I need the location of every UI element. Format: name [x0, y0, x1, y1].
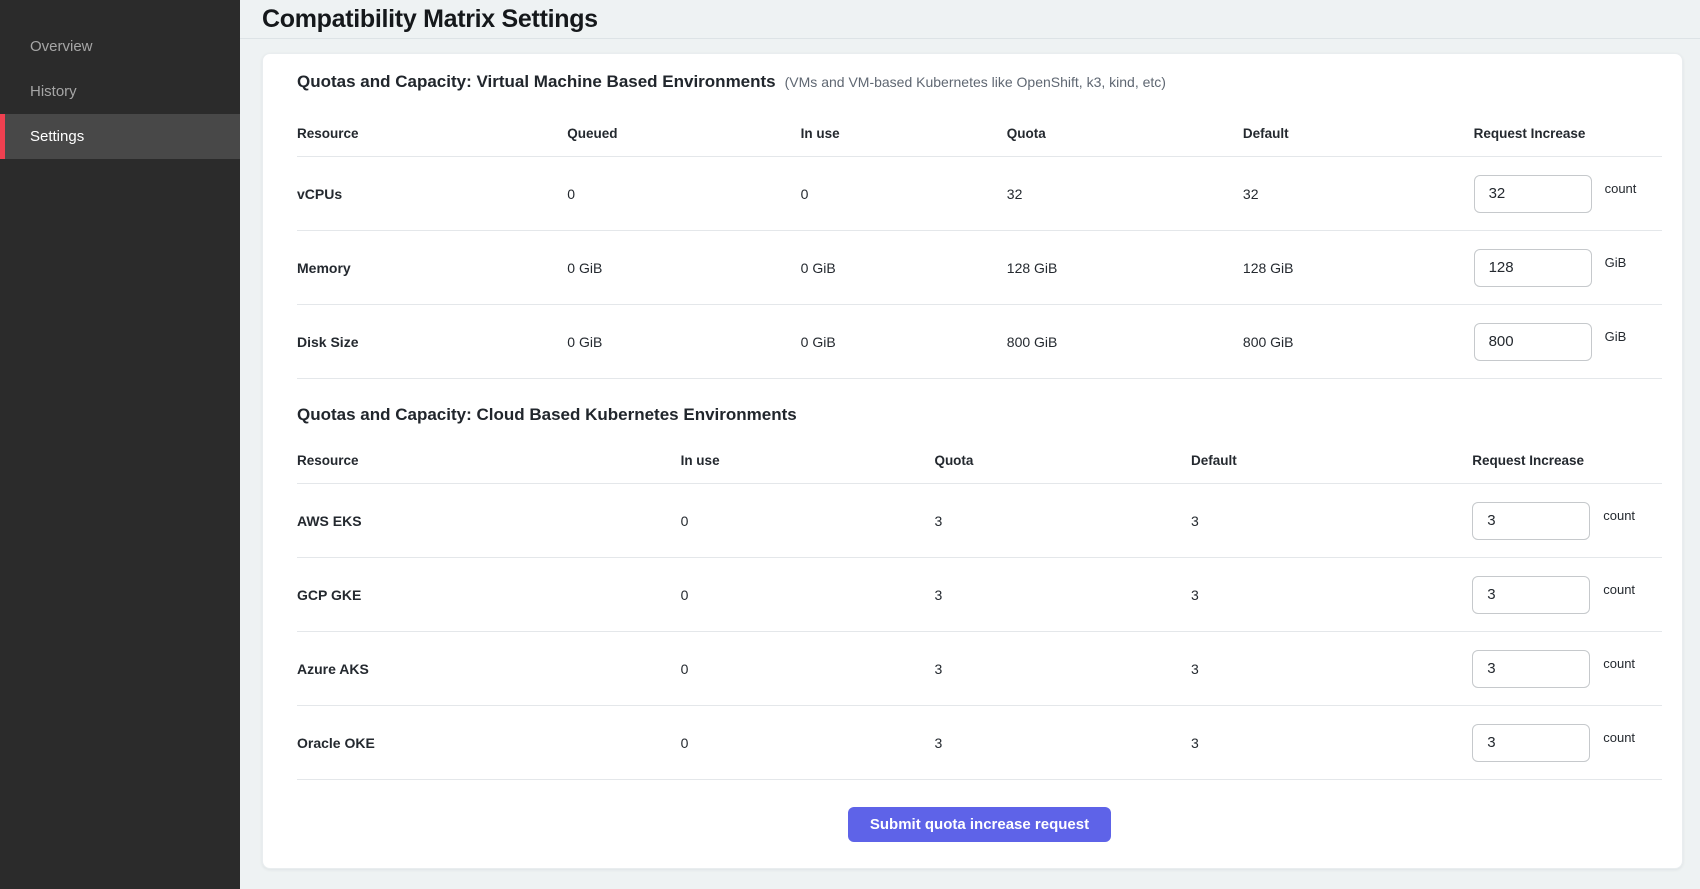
cell-queued: 0 — [567, 157, 800, 231]
unit-label: count — [1603, 582, 1635, 597]
cell-quota: 3 — [934, 706, 1191, 780]
cell-quota: 32 — [1007, 157, 1243, 231]
column-header-resource: Resource — [297, 116, 567, 157]
sidebar-item-settings[interactable]: Settings — [0, 114, 240, 159]
cloud-section-header: Quotas and Capacity: Cloud Based Kuberne… — [297, 405, 1662, 425]
cell-request-increase: count — [1472, 706, 1662, 780]
cell-queued: 0 GiB — [567, 231, 800, 305]
column-header-request-increase: Request Increase — [1472, 443, 1662, 484]
sidebar-item-label: Overview — [30, 38, 93, 55]
cell-resource: vCPUs — [297, 157, 567, 231]
submit-quota-increase-button[interactable]: Submit quota increase request — [848, 807, 1111, 842]
cell-in-use: 0 — [681, 706, 935, 780]
column-header-resource: Resource — [297, 443, 681, 484]
column-header-queued: Queued — [567, 116, 800, 157]
cell-in-use: 0 — [681, 632, 935, 706]
unit-label: count — [1605, 181, 1637, 196]
cell-in-use: 0 GiB — [801, 231, 1007, 305]
column-header-quota: Quota — [1007, 116, 1243, 157]
unit-label: count — [1603, 508, 1635, 523]
request-increase-input[interactable] — [1474, 175, 1592, 213]
cell-resource: AWS EKS — [297, 484, 681, 558]
page-header: Compatibility Matrix Settings — [240, 0, 1700, 39]
unit-label: GiB — [1605, 255, 1627, 270]
active-marker — [0, 114, 5, 159]
cell-resource: Oracle OKE — [297, 706, 681, 780]
cell-queued: 0 GiB — [567, 305, 800, 379]
vm-quota-table: Resource Queued In use Quota Default Req… — [297, 116, 1662, 379]
cell-resource: Azure AKS — [297, 632, 681, 706]
column-header-default: Default — [1191, 443, 1472, 484]
table-row: Disk Size 0 GiB 0 GiB 800 GiB 800 GiB Gi… — [297, 305, 1662, 379]
page-title: Compatibility Matrix Settings — [262, 5, 598, 34]
unit-label: count — [1603, 656, 1635, 671]
vm-section-title: Quotas and Capacity: Virtual Machine Bas… — [297, 72, 776, 92]
cell-resource: Disk Size — [297, 305, 567, 379]
cell-default: 3 — [1191, 484, 1472, 558]
table-row: Azure AKS 0 3 3 count — [297, 632, 1662, 706]
request-increase-input[interactable] — [1472, 650, 1590, 688]
cell-quota: 3 — [934, 558, 1191, 632]
cell-in-use: 0 GiB — [801, 305, 1007, 379]
request-increase-input[interactable] — [1474, 249, 1592, 287]
request-increase-input[interactable] — [1472, 576, 1590, 614]
sidebar-item-overview[interactable]: Overview — [0, 24, 240, 69]
sidebar-item-history[interactable]: History — [0, 69, 240, 114]
submit-row: Submit quota increase request — [297, 780, 1662, 852]
cell-request-increase: count — [1472, 558, 1662, 632]
main-area: Compatibility Matrix Settings Quotas and… — [240, 0, 1700, 889]
cell-quota: 3 — [934, 484, 1191, 558]
cell-resource: Memory — [297, 231, 567, 305]
cell-default: 3 — [1191, 558, 1472, 632]
request-increase-input[interactable] — [1472, 502, 1590, 540]
content-area: Quotas and Capacity: Virtual Machine Bas… — [240, 39, 1700, 889]
cell-in-use: 0 — [681, 484, 935, 558]
cloud-section-title: Quotas and Capacity: Cloud Based Kuberne… — [297, 405, 797, 425]
cell-quota: 3 — [934, 632, 1191, 706]
cell-request-increase: count — [1472, 484, 1662, 558]
column-header-default: Default — [1243, 116, 1474, 157]
cell-in-use: 0 — [681, 558, 935, 632]
column-header-request-increase: Request Increase — [1474, 116, 1662, 157]
cell-request-increase: count — [1472, 632, 1662, 706]
vm-section-header: Quotas and Capacity: Virtual Machine Bas… — [297, 72, 1662, 92]
column-header-in-use: In use — [681, 443, 935, 484]
table-row: vCPUs 0 0 32 32 count — [297, 157, 1662, 231]
unit-label: count — [1603, 730, 1635, 745]
vm-section-subtitle: (VMs and VM-based Kubernetes like OpenSh… — [785, 74, 1166, 90]
cell-request-increase: GiB — [1474, 231, 1662, 305]
unit-label: GiB — [1605, 329, 1627, 344]
request-increase-input[interactable] — [1474, 323, 1592, 361]
cell-request-increase: GiB — [1474, 305, 1662, 379]
cell-resource: GCP GKE — [297, 558, 681, 632]
table-row: AWS EKS 0 3 3 count — [297, 484, 1662, 558]
column-header-in-use: In use — [801, 116, 1007, 157]
cell-default: 32 — [1243, 157, 1474, 231]
cell-default: 800 GiB — [1243, 305, 1474, 379]
cell-request-increase: count — [1474, 157, 1662, 231]
sidebar-item-label: Settings — [30, 128, 84, 145]
table-row: GCP GKE 0 3 3 count — [297, 558, 1662, 632]
cell-default: 3 — [1191, 632, 1472, 706]
cell-quota: 128 GiB — [1007, 231, 1243, 305]
table-row: Memory 0 GiB 0 GiB 128 GiB 128 GiB GiB — [297, 231, 1662, 305]
cloud-quota-table: Resource In use Quota Default Request In… — [297, 443, 1662, 780]
table-header-row: Resource In use Quota Default Request In… — [297, 443, 1662, 484]
cell-quota: 800 GiB — [1007, 305, 1243, 379]
request-increase-input[interactable] — [1472, 724, 1590, 762]
sidebar: Overview History Settings — [0, 0, 240, 889]
cell-default: 128 GiB — [1243, 231, 1474, 305]
column-header-quota: Quota — [934, 443, 1191, 484]
cell-default: 3 — [1191, 706, 1472, 780]
sidebar-item-label: History — [30, 83, 77, 100]
table-header-row: Resource Queued In use Quota Default Req… — [297, 116, 1662, 157]
table-row: Oracle OKE 0 3 3 count — [297, 706, 1662, 780]
quota-settings-card: Quotas and Capacity: Virtual Machine Bas… — [262, 53, 1683, 869]
cell-in-use: 0 — [801, 157, 1007, 231]
